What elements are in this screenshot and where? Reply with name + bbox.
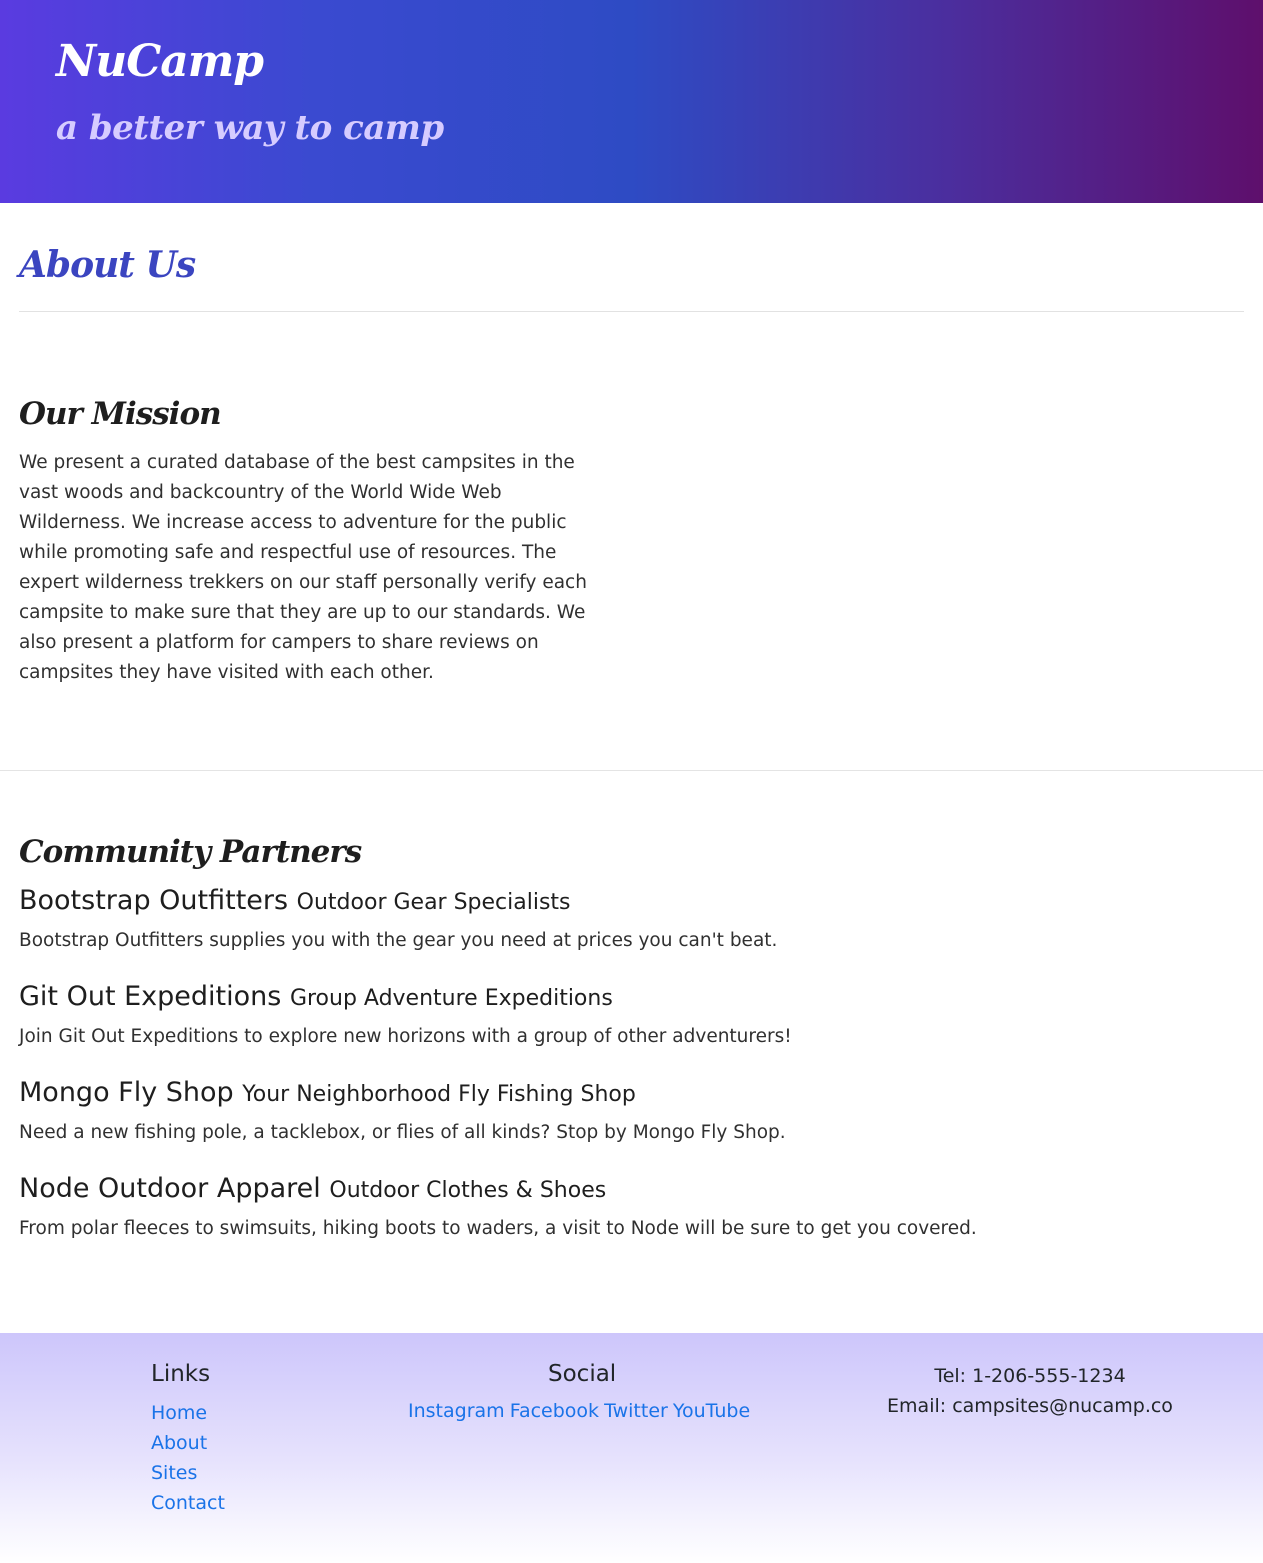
brand-logo-text: NuCamp bbox=[56, 36, 264, 87]
footer-links-list: Home About Sites Contact bbox=[151, 1400, 225, 1520]
partner-item: Node Outdoor Apparel Outdoor Clothes & S… bbox=[19, 1172, 1119, 1242]
footer-link-home[interactable]: Home bbox=[151, 1402, 207, 1424]
partner-subtitle: Outdoor Clothes & Shoes bbox=[329, 1178, 607, 1203]
mission-heading: Our Mission bbox=[19, 396, 222, 432]
partner-name: Git Out Expeditions bbox=[19, 981, 282, 1012]
partner-description: Bootstrap Outfitters supplies you with t… bbox=[19, 930, 778, 951]
partners-heading: Community Partners bbox=[19, 834, 362, 870]
contact-email: Email: campsites@nucamp.co bbox=[887, 1395, 1173, 1417]
social-link-twitter[interactable]: Twitter bbox=[604, 1400, 668, 1422]
social-link-instagram[interactable]: Instagram bbox=[408, 1400, 505, 1422]
footer-link-about[interactable]: About bbox=[151, 1432, 207, 1454]
contact-phone: Tel: 1-206-555-1234 bbox=[934, 1365, 1126, 1387]
title-divider bbox=[19, 311, 1244, 312]
social-link-youtube[interactable]: YouTube bbox=[673, 1400, 750, 1422]
partner-name: Node Outdoor Apparel bbox=[19, 1173, 321, 1204]
partner-subtitle: Your Neighborhood Fly Fishing Shop bbox=[242, 1082, 636, 1107]
partner-description: Need a new fishing pole, a tacklebox, or… bbox=[19, 1122, 786, 1143]
partner-item: Bootstrap Outfitters Outdoor Gear Specia… bbox=[19, 884, 1119, 954]
footer-social-title: Social bbox=[548, 1361, 617, 1387]
social-link-facebook[interactable]: Facebook bbox=[510, 1400, 599, 1422]
partner-description: Join Git Out Expeditions to explore new … bbox=[19, 1026, 792, 1047]
partner-name: Mongo Fly Shop bbox=[19, 1077, 234, 1108]
footer-link-sites[interactable]: Sites bbox=[151, 1462, 197, 1484]
brand-tagline: a better way to camp bbox=[56, 108, 444, 148]
footer-links-title: Links bbox=[151, 1361, 211, 1387]
footer-contact: Tel: 1-206-555-1234 Email: campsites@nuc… bbox=[860, 1361, 1200, 1421]
partner-item: Git Out Expeditions Group Adventure Expe… bbox=[19, 980, 1119, 1050]
partner-item: Mongo Fly Shop Your Neighborhood Fly Fis… bbox=[19, 1076, 1119, 1146]
site-footer: Links Home About Sites Contact Social In… bbox=[0, 1333, 1263, 1563]
partner-description: From polar fleeces to swimsuits, hiking … bbox=[19, 1218, 977, 1239]
page-title: About Us bbox=[19, 244, 196, 286]
footer-link-contact[interactable]: Contact bbox=[151, 1492, 225, 1514]
partner-name: Bootstrap Outfitters bbox=[19, 885, 289, 916]
section-divider bbox=[0, 770, 1263, 771]
partner-subtitle: Group Adventure Expeditions bbox=[289, 986, 613, 1011]
footer-social-links: Instagram Facebook Twitter YouTube bbox=[408, 1400, 750, 1422]
partner-subtitle: Outdoor Gear Specialists bbox=[296, 890, 571, 915]
mission-text: We present a curated database of the bes… bbox=[19, 452, 587, 683]
header-banner: NuCamp a better way to camp bbox=[0, 0, 1263, 203]
